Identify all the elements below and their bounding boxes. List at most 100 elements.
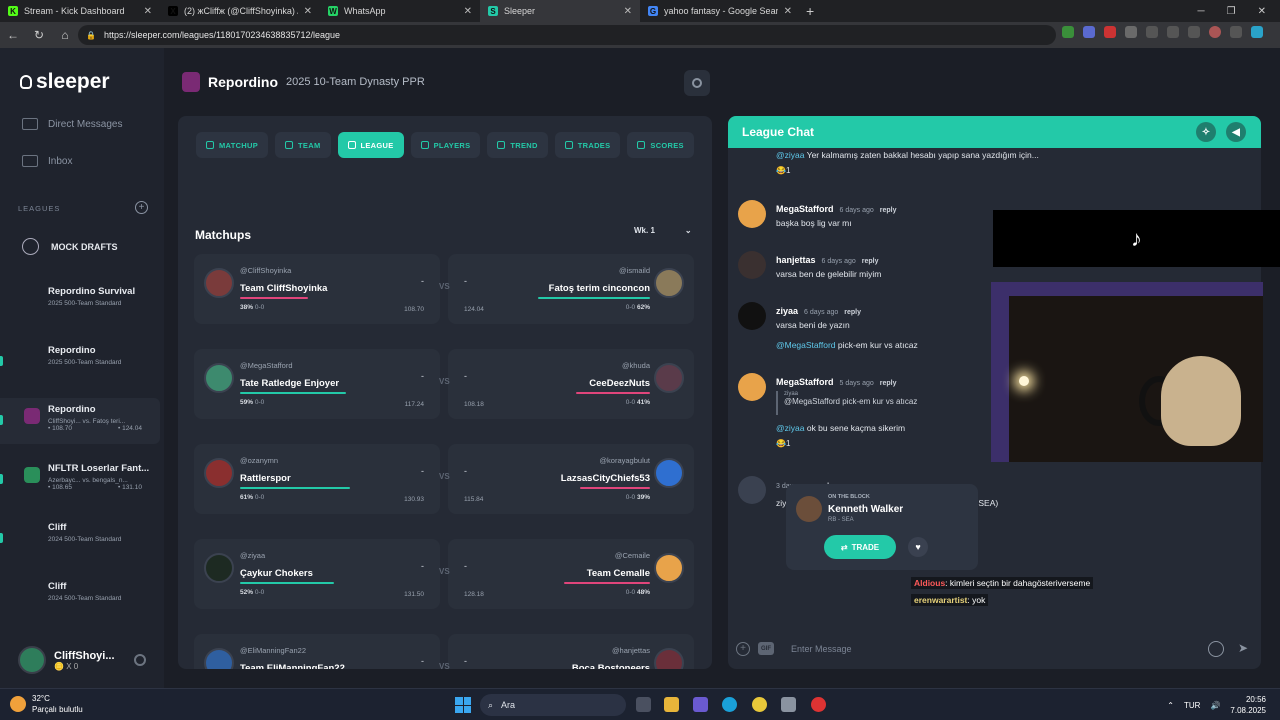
author-name[interactable]: ziyaa bbox=[776, 306, 798, 316]
add-attachment-icon[interactable]: + bbox=[736, 642, 750, 656]
reply-link[interactable]: reply bbox=[880, 380, 897, 387]
sidebar-item-direct-messages[interactable]: Direct Messages bbox=[22, 118, 122, 130]
matchup-team-right[interactable]: @khuda CeeDeezNuts 0-0 41% - 108.18 bbox=[448, 349, 694, 419]
copilot-icon[interactable] bbox=[1251, 26, 1263, 38]
settings-icon[interactable] bbox=[781, 697, 796, 712]
home-icon[interactable]: ⌂ bbox=[58, 28, 72, 42]
language-indicator[interactable]: TUR bbox=[1184, 701, 1200, 710]
author-name[interactable]: hanjettas bbox=[776, 255, 816, 265]
user-profile[interactable]: CliffShoyi... 🪙 X 0 bbox=[18, 646, 115, 674]
close-tab-icon[interactable]: ✕ bbox=[464, 6, 472, 17]
avatar[interactable] bbox=[738, 200, 766, 228]
sidebar-league-item[interactable]: Repordino Survival 2025 500-Team Standard bbox=[0, 280, 160, 326]
extension-icon[interactable] bbox=[1146, 26, 1158, 38]
sidebar-league-item[interactable]: Repordino 2025 500-Team Standard bbox=[0, 339, 160, 385]
browser-tab[interactable]: W WhatsApp ✕ bbox=[320, 0, 480, 22]
minimize-icon[interactable]: ─ bbox=[1198, 6, 1205, 17]
sidebar-league-item[interactable]: Cliff 2024 500-Team Standard bbox=[0, 575, 160, 621]
matchup-team-right[interactable]: @korayagbulut LazsasCityChiefs53 0-0 39% - 1… bbox=[448, 444, 694, 514]
tab-players[interactable]: PLAYERS bbox=[410, 132, 481, 158]
add-league-button[interactable]: + bbox=[135, 201, 148, 214]
sleeper-logo[interactable]: sleeper bbox=[20, 70, 110, 94]
copilot-icon[interactable] bbox=[693, 697, 708, 712]
close-window-icon[interactable]: ✕ bbox=[1258, 6, 1266, 17]
windows-start-icon[interactable] bbox=[455, 697, 471, 713]
reply-link[interactable]: reply bbox=[880, 207, 897, 214]
matchup-team-left[interactable]: @ziyaa Çaykur Chokers 52% 0-0 - 131.50 bbox=[194, 539, 440, 609]
task-view-icon[interactable] bbox=[636, 697, 651, 712]
chrome-icon[interactable] bbox=[752, 697, 767, 712]
matchup-team-left[interactable]: @ozanymn Rattlerspor 61% 0-0 - 130.93 bbox=[194, 444, 440, 514]
extension-icon[interactable] bbox=[1167, 26, 1179, 38]
tab-trend[interactable]: TREND bbox=[487, 132, 548, 158]
matchup-row[interactable]: @CliffShoyinka Team CliffShoyinka 38% 0-0 -… bbox=[194, 254, 694, 324]
close-tab-icon[interactable]: ✕ bbox=[144, 6, 152, 17]
matchup-row[interactable]: @MegaStafford Tate Ratledge Enjoyer 59% 0-… bbox=[194, 349, 694, 419]
sidebar-league-item[interactable]: Repordino CliffShoyi... vs. Fatoş teri...… bbox=[0, 398, 160, 444]
browser-tab[interactable]: Gyahoo fantasy - Google Search ✕ bbox=[640, 0, 800, 22]
audio-icon[interactable]: ◀ bbox=[1226, 122, 1246, 142]
reaction[interactable]: 😂1 bbox=[776, 439, 790, 448]
mention[interactable]: @ziyaa bbox=[776, 150, 804, 160]
player-name[interactable]: Kenneth Walker bbox=[828, 504, 903, 515]
chat-input[interactable]: Enter Message bbox=[791, 644, 852, 654]
maximize-icon[interactable]: ❐ bbox=[1227, 6, 1236, 17]
taskbar-search[interactable]: ⌕ Ara bbox=[480, 694, 626, 716]
tab-scores[interactable]: SCORES bbox=[627, 132, 694, 158]
reload-icon[interactable]: ↻ bbox=[32, 28, 46, 42]
browser-tab[interactable]: S Sleeper ✕ bbox=[480, 0, 640, 22]
clock[interactable]: 20:56 7.08.2025 bbox=[1230, 694, 1266, 716]
browser-tab[interactable]: K Stream - Kick Dashboard ✕ bbox=[0, 0, 160, 22]
avatar[interactable] bbox=[1209, 26, 1221, 38]
matchup-row[interactable]: @EliManningFan22Team EliManningFan2264% … bbox=[194, 634, 694, 669]
mention[interactable]: @ziyaa bbox=[776, 423, 804, 433]
extension-icon[interactable] bbox=[1230, 26, 1242, 38]
close-tab-icon[interactable]: ✕ bbox=[304, 6, 312, 17]
extension-icon[interactable] bbox=[1188, 26, 1200, 38]
edge-icon[interactable] bbox=[722, 697, 737, 712]
file-explorer-icon[interactable] bbox=[664, 697, 679, 712]
avatar[interactable] bbox=[738, 373, 766, 401]
avatar[interactable] bbox=[738, 302, 766, 330]
weather-widget[interactable]: 32°C Parçalı bulutlu bbox=[10, 693, 83, 715]
week-selector[interactable]: Wk. 1 ⌄ bbox=[634, 226, 692, 235]
extension-icon[interactable] bbox=[1125, 26, 1137, 38]
tab-trades[interactable]: TRADES bbox=[554, 132, 621, 158]
matchup-team-left[interactable]: @MegaStafford Tate Ratledge Enjoyer 59% 0-… bbox=[194, 349, 440, 419]
url-field[interactable]: 🔒 https://sleeper.com/leagues/1180170234… bbox=[78, 25, 1056, 45]
matchup-team-right[interactable]: @ismaild Fatoş terim cinconcon 0-0 62% - 124… bbox=[448, 254, 694, 324]
sidebar-league-item[interactable]: Cliff 2024 500-Team Standard bbox=[0, 516, 160, 562]
pin-icon[interactable]: ✧ bbox=[1196, 122, 1216, 142]
back-icon[interactable]: ← bbox=[6, 28, 20, 42]
matchup-team-left[interactable]: @CliffShoyinka Team CliffShoyinka 38% 0-0 -… bbox=[194, 254, 440, 324]
tab-matchup[interactable]: MATCHUP bbox=[196, 132, 269, 158]
avatar[interactable] bbox=[738, 251, 766, 279]
volume-icon[interactable]: 🔊 bbox=[1210, 701, 1220, 710]
extension-icon[interactable] bbox=[1083, 26, 1095, 38]
settings-gear-icon[interactable] bbox=[134, 654, 146, 666]
tab-league[interactable]: LEAGUE bbox=[337, 132, 404, 158]
matchup-team-right[interactable]: @Cemaile Team Cemalle 0-0 48% - 128.18 bbox=[448, 539, 694, 609]
trade-button[interactable]: ⇄ TRADE bbox=[824, 535, 896, 559]
matchup-team-left[interactable]: @EliManningFan22Team EliManningFan2264% … bbox=[194, 634, 440, 669]
gif-icon[interactable]: GIF bbox=[758, 642, 774, 655]
reaction[interactable]: 😂1 bbox=[776, 166, 790, 175]
send-icon[interactable]: ➤ bbox=[1238, 641, 1248, 655]
author-name[interactable]: MegaStafford bbox=[776, 204, 834, 214]
league-settings-button[interactable] bbox=[684, 70, 710, 96]
extension-icon[interactable] bbox=[1104, 26, 1116, 38]
app-icon[interactable] bbox=[811, 697, 826, 712]
close-tab-icon[interactable]: ✕ bbox=[624, 6, 632, 17]
emoji-icon[interactable] bbox=[1208, 641, 1224, 657]
new-tab-button[interactable]: + bbox=[806, 3, 814, 19]
matchup-row[interactable]: @ziyaa Çaykur Chokers 52% 0-0 - 131.50 @Cemai… bbox=[194, 539, 694, 609]
reply-link[interactable]: reply bbox=[862, 258, 879, 265]
extension-icon[interactable] bbox=[1062, 26, 1074, 38]
matchup-row[interactable]: @ozanymn Rattlerspor 61% 0-0 - 130.93 @koraya… bbox=[194, 444, 694, 514]
browser-tab[interactable]: X (2) жCliffж (@CliffShoyinka) / X ✕ bbox=[160, 0, 320, 22]
sidebar-league-item[interactable]: NFLTR Loserlar Fant... Azerbayc... vs. be… bbox=[0, 457, 160, 503]
chevron-up-icon[interactable]: ⌃ bbox=[1167, 701, 1174, 710]
author-name[interactable]: MegaStafford bbox=[776, 377, 834, 387]
mention[interactable]: @MegaStafford bbox=[776, 340, 836, 350]
sidebar-item-inbox[interactable]: Inbox bbox=[22, 155, 72, 167]
